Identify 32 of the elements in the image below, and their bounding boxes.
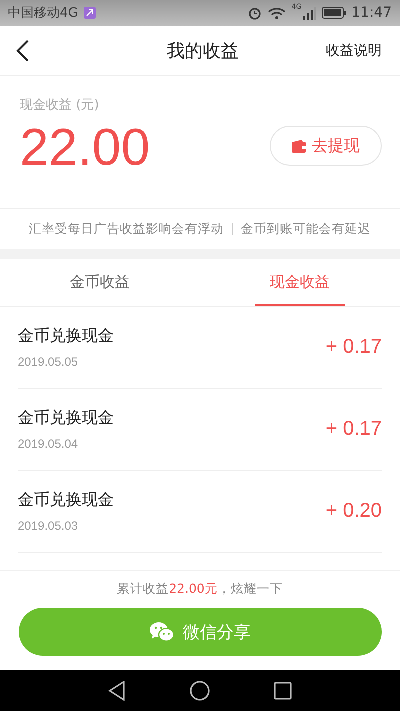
withdraw-button[interactable]: 去提现	[270, 126, 382, 166]
notice-text: 汇率受每日广告收益影响会有浮动	[29, 220, 224, 238]
earnings-tab[interactable]: 现金收益	[200, 259, 400, 306]
wifi-icon	[268, 6, 286, 20]
wallet-icon	[292, 140, 306, 152]
record-title: 金币兑换现金	[18, 326, 114, 347]
back-nav-icon[interactable]	[108, 680, 126, 700]
record-title: 金币兑换现金	[18, 408, 114, 429]
total-earnings-text: 累计收益22.00元，炫耀一下	[117, 581, 283, 598]
record-date: 2019.05.03	[18, 519, 80, 533]
home-nav-icon[interactable]	[190, 680, 210, 700]
notice-text: 金币到账可能会有延迟	[241, 220, 371, 238]
battery-icon	[322, 7, 346, 19]
record-date: 2019.05.05	[18, 355, 80, 369]
recents-nav-icon[interactable]	[274, 682, 292, 700]
notification-icon	[84, 7, 96, 19]
record-amount: + 0.17	[326, 418, 382, 441]
record-amount: + 0.17	[326, 336, 382, 359]
balance-amount: 22.00	[20, 118, 150, 178]
earnings-info-link[interactable]: 收益说明	[326, 42, 382, 60]
balance-label: 现金收益 (元)	[20, 97, 100, 114]
record-date: 2019.05.04	[18, 437, 80, 451]
record-title: 金币兑换现金	[18, 490, 114, 511]
carrier-name: 中国移动4G	[8, 5, 78, 22]
clock-time: 11:47	[352, 5, 392, 21]
earnings-tab[interactable]: 金币收益	[0, 259, 200, 306]
signal-icon	[302, 6, 316, 20]
chat-bubbles-icon	[149, 621, 175, 643]
wechat-share-button[interactable]: 微信分享	[18, 608, 382, 656]
page-title: 我的收益	[166, 40, 240, 62]
record-amount: + 0.20	[326, 500, 382, 523]
alarm-icon	[248, 6, 262, 20]
